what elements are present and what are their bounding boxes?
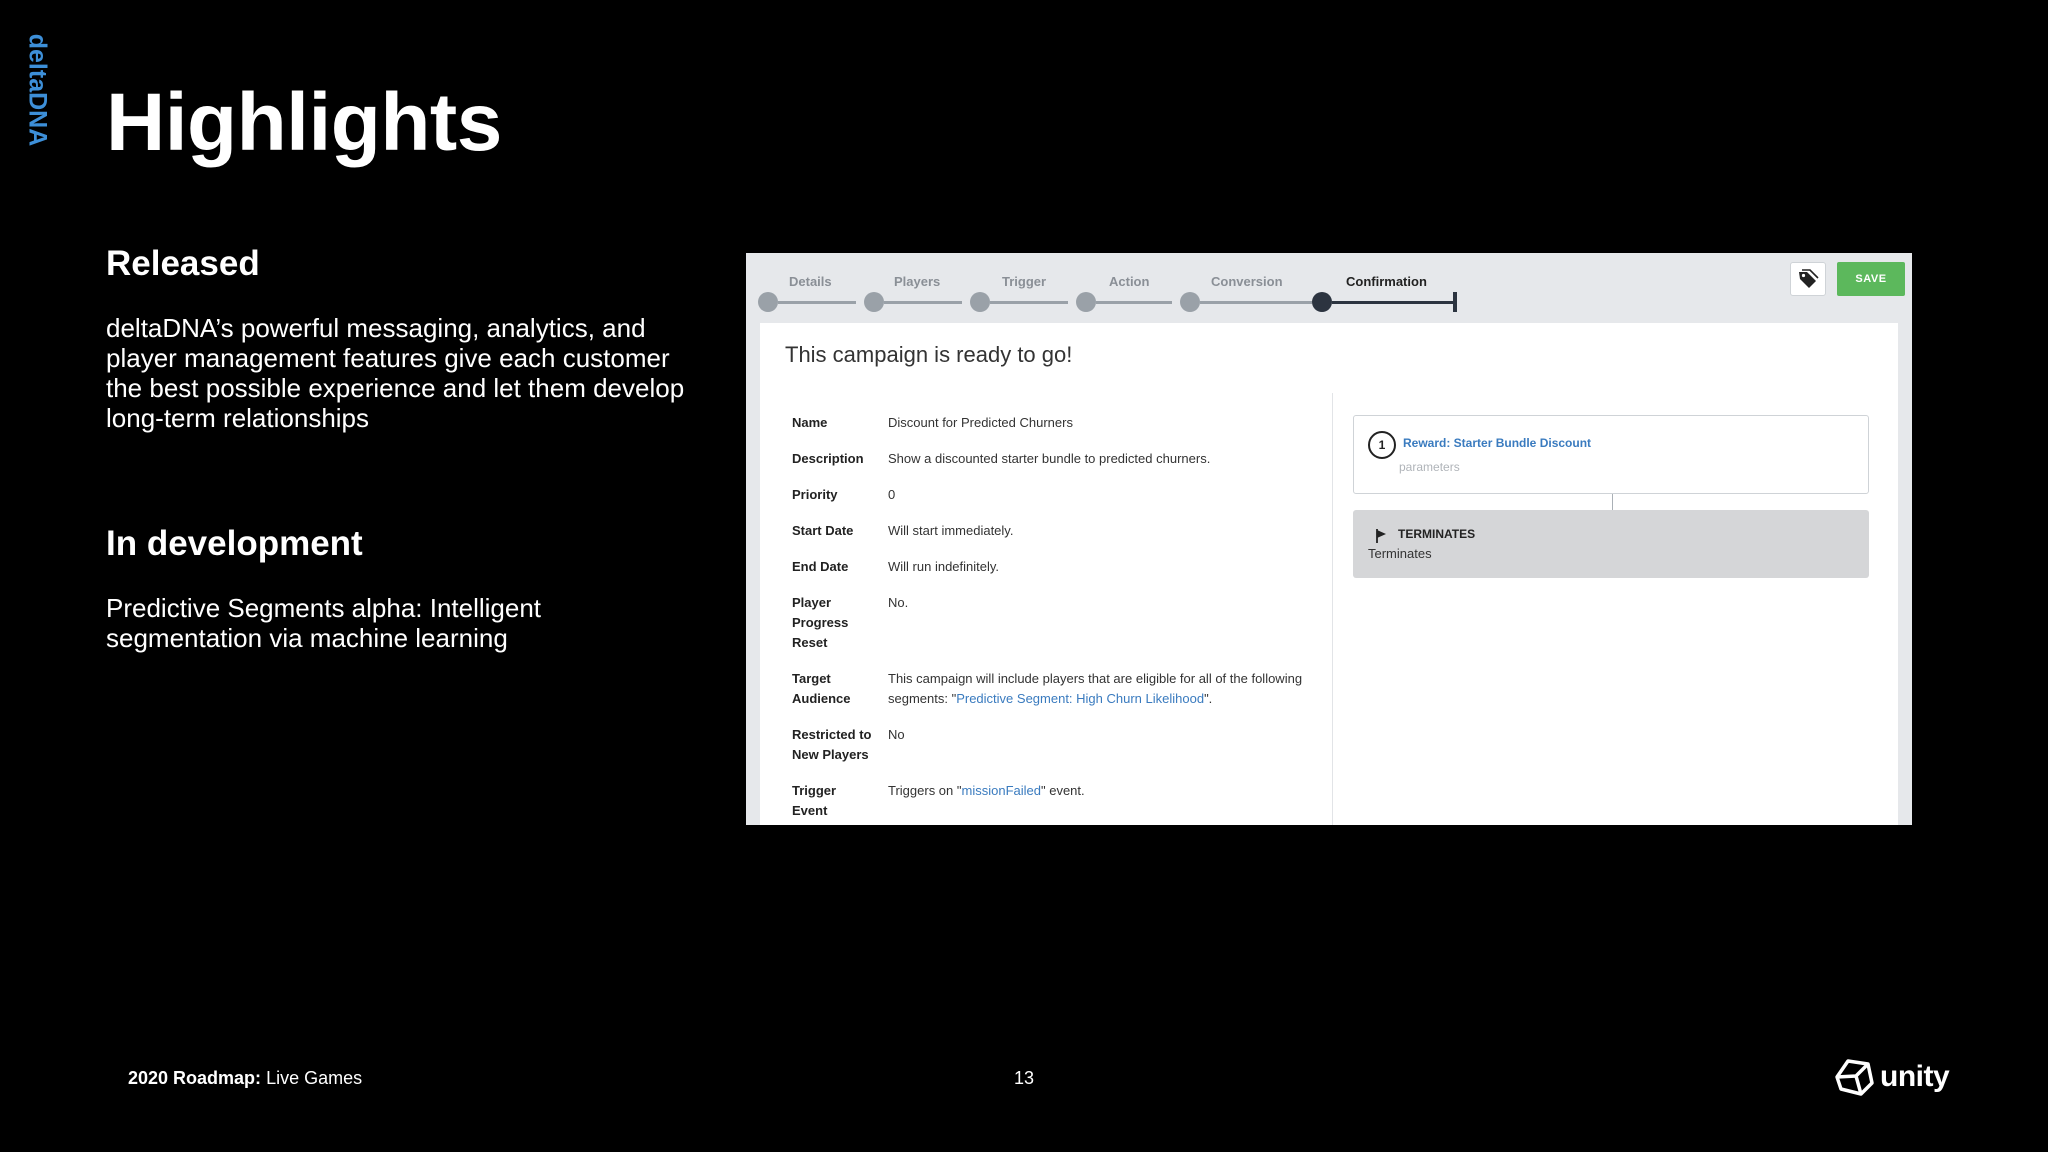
detail-value: Discount for Predicted Churners [888,415,1073,430]
page-number: 13 [1014,1068,1035,1088]
step-trigger[interactable]: Trigger [1002,274,1046,289]
step-conversion[interactable]: Conversion [1211,274,1283,289]
detail-value: No [888,727,905,742]
detail-value: Will run indefinitely. [888,559,1000,574]
terminates-node: TERMINATES Terminates [1353,510,1869,578]
detail-label: Start Date [792,523,854,538]
detail-label: Description [792,451,864,466]
step-line [778,301,856,304]
detail-label: Priority [792,487,838,502]
detail-label: Name [792,415,828,430]
step-line [990,301,1068,304]
step-dot-action[interactable] [1076,292,1096,312]
event-link[interactable]: missionFailed [962,783,1041,798]
step-line [884,301,962,304]
flag-icon [1376,529,1386,543]
in-development-heading: In development [106,524,363,563]
step-players[interactable]: Players [894,274,940,289]
step-dot-players[interactable] [864,292,884,312]
detail-value: This campaign will include players that … [888,671,1303,706]
step-confirmation[interactable]: Confirmation [1346,274,1427,289]
step-action[interactable]: Action [1109,274,1149,289]
tag-button[interactable] [1790,262,1826,296]
unity-cube-icon [1835,1059,1874,1096]
campaign-screenshot: Details Players Trigger Action Conversio… [746,253,1912,825]
detail-value: 0 [888,487,896,502]
footer-bold: 2020 Roadmap: [128,1068,262,1088]
detail-value: Show a discounted starter bundle to pred… [888,451,1211,466]
step-dot-details[interactable] [758,292,778,312]
column-divider [1332,393,1333,825]
step-details[interactable]: Details [789,274,832,289]
slide-title: Highlights [106,77,502,168]
reward-parameters: parameters [1399,460,1460,474]
step-line-active [1332,301,1455,304]
detail-label: End Date [792,559,849,574]
detail-label: Trigger Event [792,783,837,818]
unity-wordmark: unity [1880,1060,1950,1093]
step-line [1200,301,1312,304]
ready-heading: This campaign is ready to go! [785,342,1073,367]
step-line [1096,301,1172,304]
released-heading: Released [106,244,260,283]
terminates-subtitle: Terminates [1368,546,1432,561]
step-dot-trigger[interactable] [970,292,990,312]
deltadna-brand: deltaDNA [22,34,52,147]
flow-connector [1612,494,1613,510]
reward-node[interactable]: 1 Reward: Starter Bundle Discount parame… [1353,415,1869,494]
in-development-text: Predictive Segments alpha: Intelligent s… [106,593,542,653]
footer-rest: Live Games [261,1068,363,1088]
tag-icon [1799,269,1819,288]
detail-label: Target Audience [792,671,851,706]
released-text: deltaDNA’s powerful messaging, analytics… [106,313,685,433]
reward-step-number: 1 [1368,431,1396,459]
save-button[interactable]: SAVE [1837,262,1905,296]
segment-link[interactable]: Predictive Segment: High Churn Likelihoo… [956,691,1204,706]
terminates-title: TERMINATES [1398,527,1476,541]
detail-value: Triggers on "missionFailed" event. [888,783,1085,798]
brand-label: deltaDNA [23,33,52,147]
step-dot-conversion[interactable] [1180,292,1200,312]
unity-logo: unity [1834,1058,1950,1096]
confirmation-card: This campaign is ready to go! Name Disco… [760,323,1898,825]
wizard-steps: Details Players Trigger Action Conversio… [746,253,1912,323]
detail-label: Restricted to New Players [792,727,872,762]
detail-value: Will start immediately. [888,523,1014,538]
detail-value: No. [888,595,909,610]
detail-label: Player Progress Reset [792,595,849,650]
footer-roadmap: 2020 Roadmap: Live Games [128,1068,362,1089]
step-dot-confirmation[interactable] [1312,292,1332,312]
reward-title[interactable]: Reward: Starter Bundle Discount [1403,436,1591,450]
step-end-marker [1453,292,1457,312]
